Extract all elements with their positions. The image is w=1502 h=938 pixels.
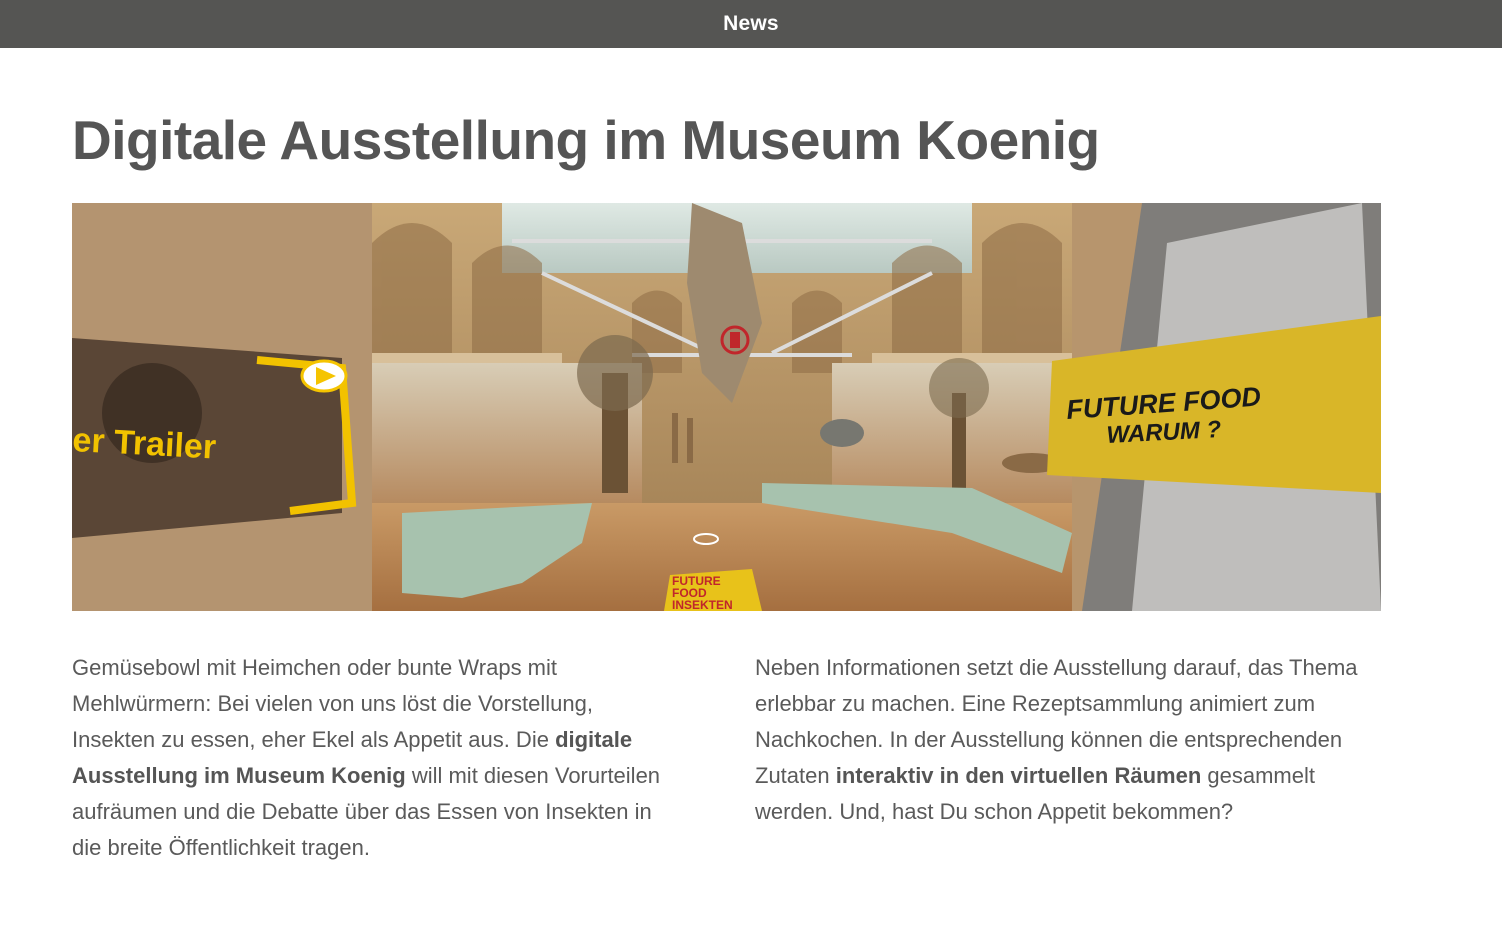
paragraph-right-bold: interaktiv in den virtuellen Räumen	[835, 763, 1202, 788]
paragraph-left: Gemüsebowl mit Heimchen oder bunte Wraps…	[72, 650, 672, 866]
trailer-label[interactable]: er Trailer	[72, 421, 217, 466]
paragraph-right: Neben Informationen setzt die Ausstellun…	[755, 650, 1385, 830]
play-icon[interactable]	[300, 359, 348, 393]
virtual-tour-image[interactable]: er Trailer FUTURE FOOD INSEKTEN FUTURE F…	[72, 203, 1381, 611]
nav-news-link[interactable]: News	[723, 12, 779, 36]
floor-sign-future-food[interactable]: FUTURE FOOD INSEKTEN	[664, 569, 762, 611]
top-bar: News	[0, 0, 1502, 48]
page-title: Digitale Ausstellung im Museum Koenig	[72, 109, 1100, 171]
floor-sign-line3: INSEKTEN	[672, 598, 733, 611]
paragraph-left-text-1: Gemüsebowl mit Heimchen oder bunte Wraps…	[72, 655, 593, 752]
